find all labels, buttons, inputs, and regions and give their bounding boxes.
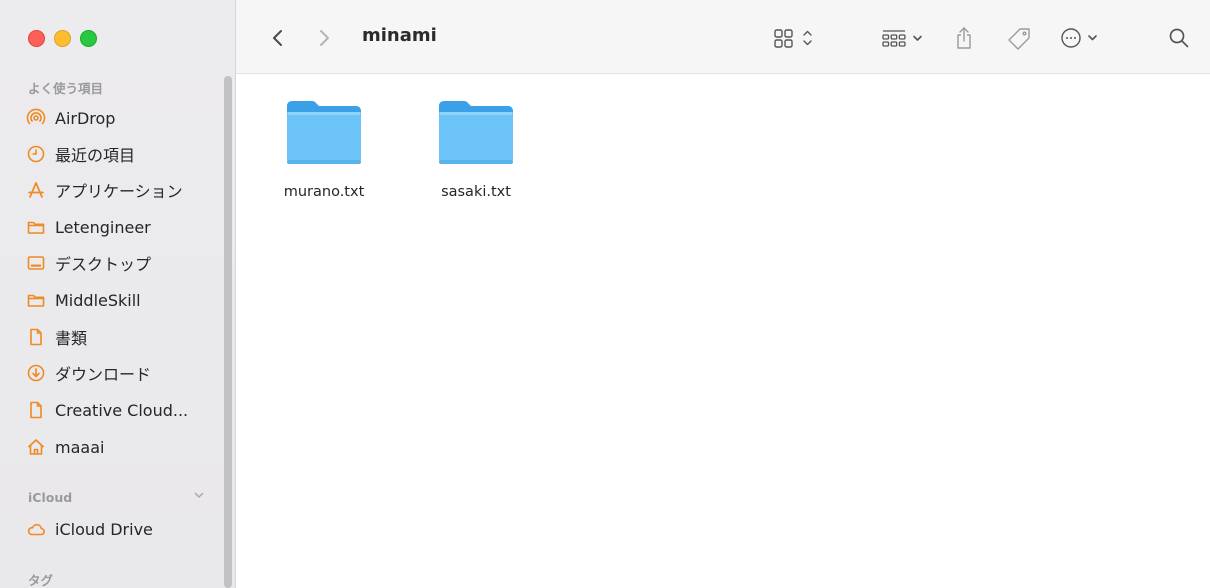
document-icon (26, 400, 46, 420)
sidebar-scrollbar[interactable] (223, 76, 233, 588)
icon-view-icon (774, 29, 812, 48)
folder-icon (287, 101, 361, 164)
sidebar-item-label: 書類 (55, 329, 88, 348)
scrollbar-thumb[interactable] (224, 76, 232, 588)
view-mode-button[interactable] (772, 24, 820, 52)
sidebar: よく使う項目 AirDrop 最近の項目 アプリケーション Letenginee… (0, 0, 236, 588)
sidebar-item-label: 最近の項目 (55, 146, 136, 165)
window-title: minami (362, 25, 437, 46)
chevron-down-icon[interactable] (192, 488, 206, 502)
sidebar-item-label: maaai (55, 437, 105, 457)
chevron-right-icon (320, 30, 329, 46)
tag-button[interactable] (1004, 24, 1034, 52)
airdrop-icon (26, 108, 46, 128)
toolbar: minami (236, 0, 1210, 74)
sidebar-item-desktop[interactable]: デスクトップ (26, 248, 226, 278)
sidebar-item-downloads[interactable]: ダウンロード (26, 358, 226, 388)
sidebar-item-creative-cloud[interactable]: Creative Cloud... (26, 395, 226, 425)
section-header-tags: タグ (28, 573, 54, 588)
applications-icon (26, 180, 46, 200)
sidebar-item-label: Letengineer (55, 217, 151, 237)
download-icon (26, 363, 46, 383)
folder-icon (439, 101, 513, 164)
cloud-icon (26, 519, 46, 539)
document-icon (26, 327, 46, 347)
zoom-window-button[interactable] (80, 30, 97, 47)
close-window-button[interactable] (28, 30, 45, 47)
share-icon (957, 27, 971, 49)
share-button[interactable] (952, 24, 976, 52)
desktop-icon (26, 253, 46, 273)
search-button[interactable] (1166, 24, 1192, 52)
sidebar-item-home[interactable]: maaai (26, 432, 226, 462)
sidebar-item-icloud-drive[interactable]: iCloud Drive (26, 514, 226, 544)
file-name: murano.txt (283, 184, 365, 200)
sidebar-item-label: Creative Cloud... (55, 400, 189, 420)
folder-icon (26, 290, 46, 310)
sidebar-item-label: アプリケーション (55, 182, 183, 201)
home-icon (26, 437, 46, 457)
sidebar-item-label: MiddleSkill (55, 290, 141, 310)
chevron-left-icon (273, 30, 282, 46)
file-item[interactable]: murano.txt (276, 96, 372, 200)
minimize-window-button[interactable] (54, 30, 71, 47)
more-actions-button[interactable] (1058, 24, 1108, 52)
sidebar-item-label: ダウンロード (55, 365, 152, 384)
ellipsis-circle-icon (1061, 28, 1097, 48)
main-content: minami murano.txt sasaki.txt (236, 0, 1210, 588)
section-header-favorites: よく使う項目 (28, 81, 104, 96)
sidebar-item-recents[interactable]: 最近の項目 (26, 139, 226, 169)
file-grid: murano.txt sasaki.txt (276, 96, 524, 200)
search-icon (1169, 28, 1189, 48)
finder-window: よく使う項目 AirDrop 最近の項目 アプリケーション Letenginee… (0, 0, 1210, 588)
sidebar-item-airdrop[interactable]: AirDrop (26, 103, 226, 133)
window-controls (28, 30, 97, 47)
file-name: sasaki.txt (441, 184, 511, 200)
sidebar-item-label: デスクトップ (55, 255, 152, 274)
forward-button[interactable] (312, 24, 336, 52)
section-header-icloud: iCloud (28, 490, 73, 505)
sidebar-item-label: AirDrop (55, 108, 116, 128)
tag-icon (1008, 28, 1030, 50)
clock-icon (26, 144, 46, 164)
folder-icon (26, 217, 46, 237)
group-icon (882, 30, 922, 47)
sidebar-item-label: iCloud Drive (55, 519, 153, 539)
group-button[interactable] (880, 24, 930, 52)
file-item[interactable]: sasaki.txt (428, 96, 524, 200)
sidebar-item-letengineer[interactable]: Letengineer (26, 212, 226, 242)
sidebar-item-documents[interactable]: 書類 (26, 322, 226, 352)
sidebar-item-applications[interactable]: アプリケーション (26, 175, 226, 205)
back-button[interactable] (266, 24, 290, 52)
sidebar-item-middleskill[interactable]: MiddleSkill (26, 285, 226, 315)
